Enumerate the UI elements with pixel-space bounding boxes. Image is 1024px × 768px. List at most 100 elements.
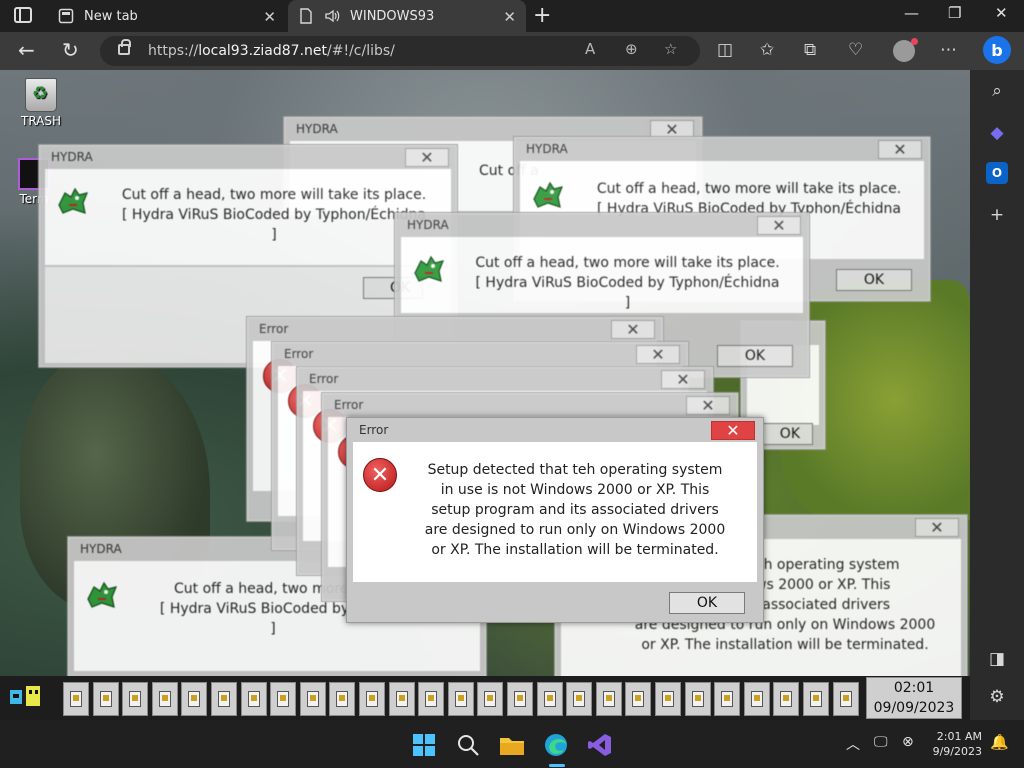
close-tab-icon[interactable]: ✕ (263, 8, 276, 26)
search-icon[interactable]: ⌕ (986, 80, 1008, 102)
speaker-icon[interactable] (324, 8, 340, 24)
network-icon[interactable]: 🖵 (874, 734, 888, 750)
w93-taskbar-window-button[interactable] (388, 682, 415, 716)
window-icon (543, 691, 556, 707)
w93-taskbar-window-button[interactable] (803, 682, 829, 716)
window-icon (366, 691, 378, 707)
hide-sidebar-icon[interactable]: ◨ (986, 648, 1008, 670)
window-icon (514, 691, 526, 707)
copilot-icon[interactable]: ◆ (986, 122, 1008, 144)
close-icon[interactable]: ✕ (686, 396, 730, 415)
w93-taskbar-window-button[interactable] (625, 682, 652, 716)
favorites-icon[interactable]: ✩ (760, 40, 774, 60)
refresh-icon[interactable]: ↻ (62, 38, 79, 62)
close-icon[interactable]: ✕ (611, 320, 655, 339)
notification-bell-icon[interactable]: 🔔 (990, 733, 1009, 751)
sidebar-settings-gear-icon[interactable]: ⚙ (986, 686, 1008, 708)
w93-taskbar-window-button[interactable] (299, 682, 326, 716)
w93-taskbar-window-button[interactable] (63, 682, 89, 716)
tab-windows93[interactable]: WINDOWS93 ✕ (288, 0, 526, 32)
w93-taskbar-window-button[interactable] (92, 682, 119, 716)
w93-taskbar-window-button[interactable] (211, 682, 237, 716)
w93-taskbar-window-button[interactable] (655, 682, 681, 716)
dialog-title[interactable]: HYDRA (39, 145, 457, 169)
bing-copilot-icon[interactable]: b (983, 36, 1011, 64)
close-icon[interactable]: ✕ (405, 148, 449, 167)
w93-taskbar-window-button[interactable] (773, 682, 800, 716)
show-hidden-icons-chevron-icon[interactable]: ︿ (846, 734, 860, 754)
w93-taskbar-window-button[interactable] (418, 682, 445, 716)
windows93-desktop: TRASH Term HYDRA ✕ Cut off a head, two m… (0, 70, 970, 720)
split-screen-icon[interactable]: ◫ (717, 40, 733, 60)
edge-browser-icon[interactable] (543, 732, 569, 758)
url-prefix: https:// (148, 43, 199, 59)
read-aloud-icon[interactable]: A (585, 40, 595, 58)
w93-taskbar-window-button[interactable] (270, 682, 297, 716)
w93-taskbar-window-button[interactable] (151, 682, 178, 716)
w93-taskbar-window-button[interactable] (743, 682, 770, 716)
dialog-title[interactable]: HYDRA (514, 137, 930, 161)
close-icon[interactable]: ✕ (636, 345, 680, 364)
close-icon[interactable]: ✕ (711, 421, 755, 440)
collections-icon[interactable]: ⧉ (804, 40, 816, 60)
w93-taskbar-window-button[interactable] (359, 682, 385, 716)
address-field[interactable]: https://local93.ziad87.net/#!/c/libs/ (100, 36, 700, 66)
w93-taskbar-window-button[interactable] (447, 682, 474, 716)
w93-taskbar-window-button[interactable] (329, 682, 356, 716)
w93-taskbar-window-button[interactable] (684, 682, 711, 716)
ok-button[interactable]: OK (669, 592, 745, 614)
w93-taskbar-window-button[interactable] (477, 682, 504, 716)
w93-taskbar-window-button[interactable] (181, 682, 208, 716)
zoom-icon[interactable]: ⊕ (625, 40, 638, 58)
minimize-icon[interactable]: — (904, 4, 919, 22)
ok-button[interactable]: OK (836, 269, 912, 291)
w93-taskbar-window-button[interactable] (122, 682, 149, 716)
w93-taskbar-window-button[interactable] (714, 682, 741, 716)
close-icon[interactable]: ✕ (915, 518, 959, 537)
dialog-title[interactable]: Error (347, 418, 763, 442)
error-dialog-active[interactable]: Error ✕ ✕ Setup detected that teh operat… (346, 417, 764, 623)
visual-studio-icon[interactable] (587, 732, 613, 758)
ok-button[interactable]: OK (757, 423, 813, 445)
ok-button[interactable]: OK (717, 345, 793, 367)
w93-taskbar-window-button[interactable] (566, 682, 593, 716)
back-arrow-icon[interactable]: ← (18, 38, 35, 62)
file-explorer-icon[interactable] (499, 732, 525, 758)
w93-taskbar-window-button[interactable] (595, 682, 622, 716)
add-sidebar-app-icon[interactable]: + (986, 204, 1008, 226)
close-tab-icon[interactable]: ✕ (503, 8, 516, 26)
dialog-title[interactable]: Error (322, 393, 738, 417)
close-icon[interactable]: ✕ (757, 216, 801, 235)
close-icon[interactable]: ✕ (661, 370, 705, 389)
trash-desktop-icon[interactable]: TRASH (16, 78, 66, 128)
system-clock[interactable]: 2:01 AM 9/9/2023 (930, 729, 982, 759)
w93-taskbar-window-button[interactable] (507, 682, 533, 716)
outlook-icon[interactable]: O (986, 162, 1008, 184)
w93-taskbar-window-button[interactable] (240, 682, 267, 716)
more-options-icon[interactable]: ⋯ (940, 40, 957, 60)
profile-avatar[interactable] (893, 38, 918, 62)
w93-clock[interactable]: 02:01 09/09/2023 (866, 677, 962, 719)
message-line: in use is not Windows 2000 or XP. This (440, 482, 710, 498)
restore-icon[interactable]: ❐ (948, 4, 961, 22)
tab-new-tab[interactable]: New tab ✕ (48, 0, 286, 32)
dialog-title[interactable]: Error (297, 367, 713, 391)
dialog-title[interactable]: Error (247, 317, 663, 341)
w93-taskbar-window-button[interactable] (832, 682, 859, 716)
volume-muted-icon[interactable]: ⊗ (902, 734, 914, 750)
favorite-star-icon[interactable]: ☆ (664, 40, 677, 58)
start-windows-icon[interactable] (411, 732, 437, 758)
w93-taskbar-window-button[interactable] (536, 682, 563, 716)
browser-essentials-icon[interactable]: ♡ (848, 40, 863, 60)
close-icon[interactable]: ✕ (878, 140, 922, 159)
new-tab-plus-icon[interactable]: + (533, 3, 551, 28)
search-icon[interactable] (455, 732, 481, 758)
w93-start-icon[interactable] (8, 684, 42, 710)
close-window-icon[interactable]: ✕ (995, 4, 1008, 22)
dialog-title[interactable]: HYDRA (395, 213, 809, 237)
tab-actions-icon[interactable] (14, 7, 32, 23)
lock-icon[interactable] (118, 39, 131, 55)
window-icon (632, 691, 645, 707)
message-line: Cut off a head, two more will take its p… (596, 181, 902, 197)
dialog-title[interactable]: Error (272, 342, 688, 366)
